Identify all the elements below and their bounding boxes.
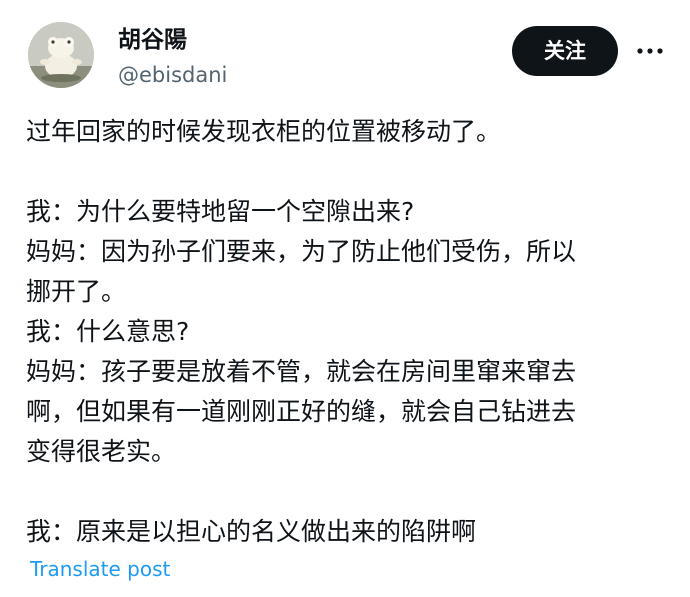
post-text-line: 挪开了。: [26, 277, 127, 306]
avatar[interactable]: [28, 22, 94, 88]
post-text-line: 妈妈：孩子要是放着不管，就会在房间里窜来窜去: [26, 357, 577, 386]
post-card: 胡谷陽 @ebisdani 关注 过年回家的时候发现衣柜的位置被移动了。 我：为…: [0, 0, 690, 597]
post-text: 过年回家的时候发现衣柜的位置被移动了。 我：为什么要特地留一个空隙出来? 妈妈：…: [26, 112, 676, 552]
post-text-line: 啊，但如果有一道刚刚正好的缝，就会自己钻进去: [26, 397, 577, 426]
translate-post-link[interactable]: Translate post: [30, 556, 170, 582]
more-options-button[interactable]: [632, 36, 668, 66]
post-text-line: 我：原来是以担心的名义做出来的陷阱啊: [26, 517, 477, 546]
post-text-line: 妈妈：因为孙子们要来，为了防止他们受伤，所以: [26, 237, 577, 266]
post-text-line: 我：什么意思?: [26, 317, 190, 346]
post-text-line: 过年回家的时候发现衣柜的位置被移动了。: [26, 117, 502, 146]
post-text-line: 变得很老实。: [26, 437, 177, 466]
post-text-line: 我：为什么要特地留一个空隙出来?: [26, 197, 415, 226]
follow-button[interactable]: 关注: [512, 26, 618, 76]
more-horizontal-icon: [637, 48, 663, 54]
frog-figure-avatar-icon: [28, 22, 94, 88]
author-handle[interactable]: @ebisdani: [118, 62, 227, 88]
author-display-name[interactable]: 胡谷陽: [118, 26, 187, 54]
